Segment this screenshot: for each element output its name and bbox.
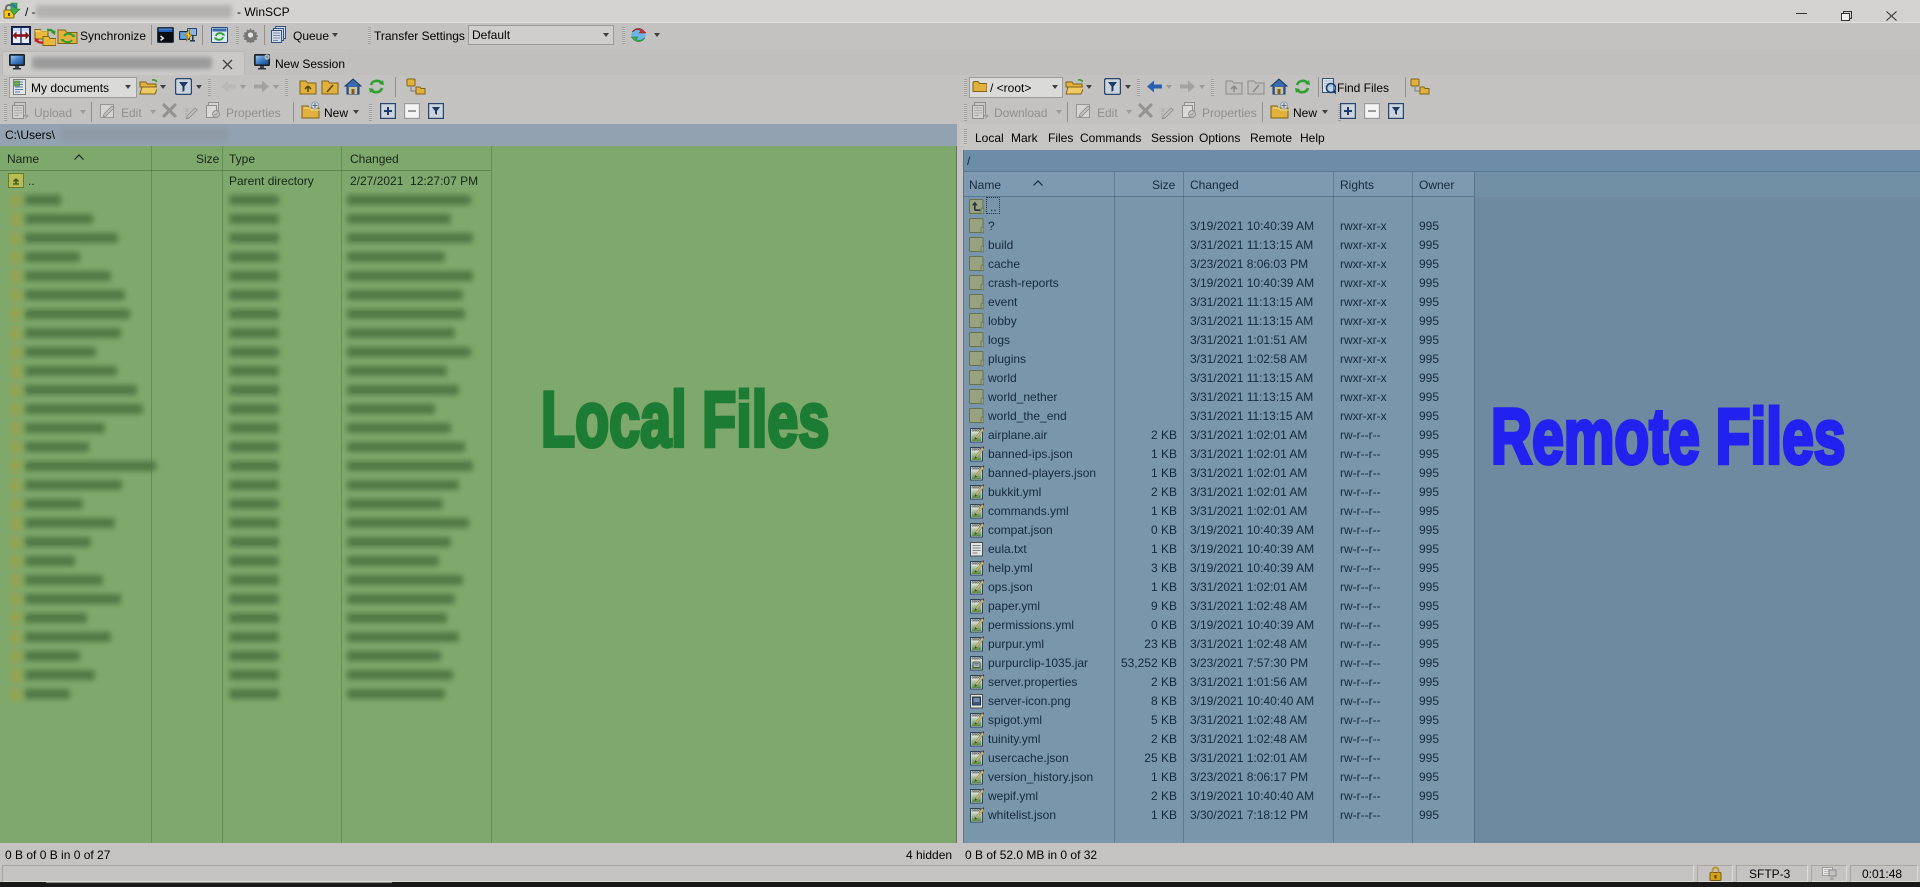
svg-text:x: x — [185, 107, 189, 114]
svg-text:x: x — [1161, 107, 1165, 114]
